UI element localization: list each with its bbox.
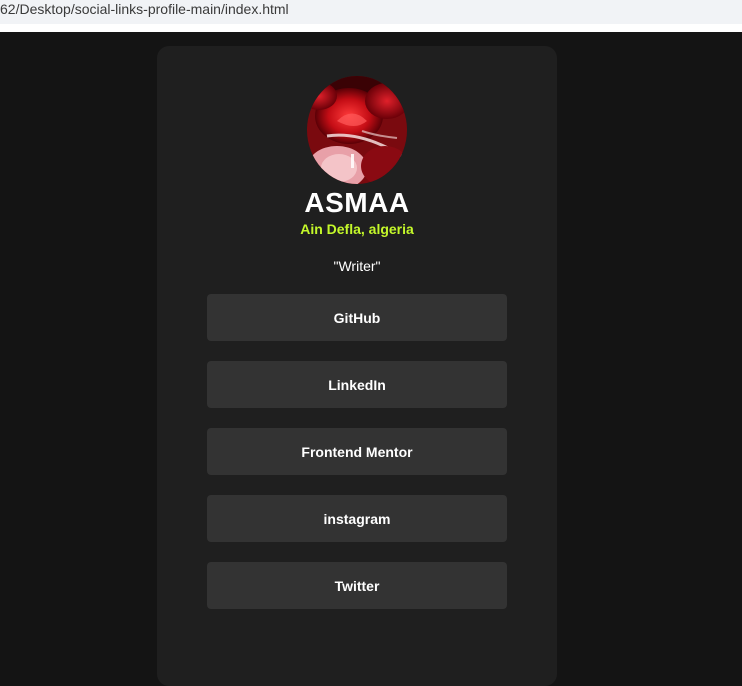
link-frontend-mentor-button[interactable]: Frontend Mentor [207, 428, 507, 475]
address-url[interactable]: 62/Desktop/social-links-profile-main/ind… [0, 1, 289, 17]
browser-divider [0, 24, 742, 32]
address-bar[interactable]: 62/Desktop/social-links-profile-main/ind… [0, 0, 742, 24]
page-viewport: ASMAA Ain Defla, algeria "Writer" GitHub… [0, 32, 742, 686]
profile-name: ASMAA [304, 187, 410, 218]
avatar-image [307, 76, 407, 184]
profile-bio: "Writer" [333, 258, 381, 274]
avatar [307, 76, 407, 184]
link-instagram-button[interactable]: instagram [207, 495, 507, 542]
link-linkedin-button[interactable]: LinkedIn [207, 361, 507, 408]
profile-location: Ain Defla, algeria [300, 221, 414, 237]
profile-card: ASMAA Ain Defla, algeria "Writer" GitHub… [157, 46, 557, 686]
link-twitter-button[interactable]: Twitter [207, 562, 507, 609]
link-github-button[interactable]: GitHub [207, 294, 507, 341]
social-links-list: GitHub LinkedIn Frontend Mentor instagra… [207, 294, 507, 629]
